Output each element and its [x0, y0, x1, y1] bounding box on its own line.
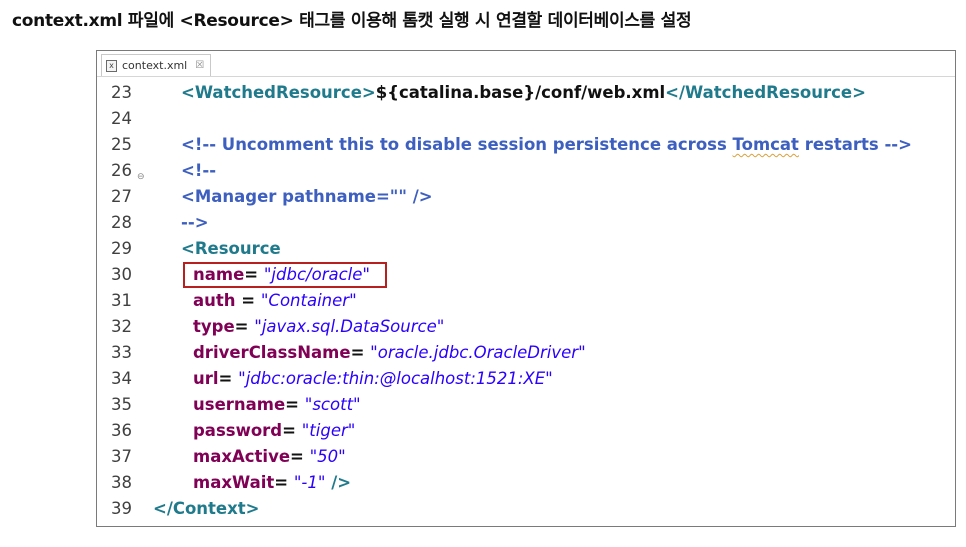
code-line-34: 34 url= "jdbc:oracle:thin:@localhost:152…	[97, 366, 955, 392]
attribute-value: "Container"	[260, 291, 357, 310]
close-icon[interactable]: ☒	[195, 60, 204, 71]
attribute-name: url	[193, 369, 219, 388]
code-line-32: 32 type= "javax.sql.DataSource"	[97, 314, 955, 340]
line-number: 31	[111, 291, 132, 310]
code-line-37: 37 maxActive= "50"	[97, 444, 955, 470]
line-number: 26	[111, 161, 132, 180]
attribute-value: "50"	[309, 447, 346, 466]
comment-text: -->	[181, 213, 209, 232]
attribute-name: auth	[193, 291, 236, 310]
attribute-name: type	[193, 317, 235, 336]
open-tag: <WatchedResource>	[181, 83, 376, 102]
line-number: 28	[111, 213, 132, 232]
comment-text: Tomcat	[732, 135, 799, 154]
attribute-value: "tiger"	[301, 421, 356, 440]
code-line-24: 24	[97, 106, 955, 132]
slide-title: context.xml 파일에 <Resource> 태그를 이용해 톰캣 실행…	[12, 11, 692, 31]
equals-sign: =	[290, 447, 304, 466]
code-editor[interactable]: x context.xml ☒ 23 <WatchedResource>${ca…	[96, 50, 956, 527]
line-number: 34	[111, 369, 132, 388]
line-number: 30	[111, 265, 132, 284]
line-number: 37	[111, 447, 132, 466]
line-number: 27	[111, 187, 132, 206]
code-line-33: 33 driverClassName= "oracle.jdbc.OracleD…	[97, 340, 955, 366]
comment-text: restarts -->	[798, 135, 912, 154]
tab-divider	[97, 76, 955, 77]
attribute-name: password	[193, 421, 283, 440]
comment-text: <!-- Uncomment this to disable session p…	[181, 135, 733, 154]
attribute-value: "jdbc:oracle:thin:@localhost:1521:XE"	[238, 369, 553, 388]
equals-sign: =	[274, 473, 289, 492]
comment-text: <!--	[181, 161, 217, 180]
attribute-value: "oracle.jdbc.OracleDriver"	[370, 343, 586, 362]
attribute-name: maxWait	[193, 473, 275, 492]
line-number: 23	[111, 83, 132, 102]
code-line-35: 35 username= "scott"	[97, 392, 955, 418]
code-line-31: 31 auth = "Container"	[97, 288, 955, 314]
code-line-28: 28 -->	[97, 210, 955, 236]
close-tag: </WatchedResource>	[665, 83, 866, 102]
attribute-name: username	[193, 395, 286, 414]
code-line-25: 25 <!-- Uncomment this to disable sessio…	[97, 132, 955, 158]
highlight-box	[183, 262, 387, 288]
attribute-value: "scott"	[304, 395, 361, 414]
slide: context.xml 파일에 <Resource> 태그를 이용해 톰캣 실행…	[0, 0, 966, 547]
equals-sign: =	[235, 291, 256, 310]
code-line-39: 39 </Context>	[97, 496, 955, 522]
line-number: 35	[111, 395, 132, 414]
code-line-29: 29 <Resource	[97, 236, 955, 262]
line-number: 39	[111, 499, 132, 518]
self-close-tag: />	[325, 473, 352, 492]
equals-sign: =	[350, 343, 365, 362]
tab-label: context.xml	[122, 59, 188, 72]
equals-sign: =	[218, 369, 233, 388]
code-area[interactable]: 23 <WatchedResource>${catalina.base}/con…	[97, 80, 955, 522]
equals-sign: =	[285, 395, 299, 414]
line-number: 32	[111, 317, 132, 336]
equals-sign: =	[234, 317, 249, 336]
comment-text: <Manager pathname="" />	[181, 187, 433, 206]
close-tag: </Context>	[153, 499, 260, 518]
open-tag: <Resource	[181, 239, 281, 258]
attribute-value: "-1"	[293, 473, 326, 492]
code-line-38: 38 maxWait= "-1" />	[97, 470, 955, 496]
editor-tab-strip: x context.xml ☒	[97, 51, 955, 78]
code-line-26: 26 ⊖ <!--	[97, 158, 955, 184]
line-number: 36	[111, 421, 132, 440]
equals-sign: =	[282, 421, 296, 440]
code-line-23: 23 <WatchedResource>${catalina.base}/con…	[97, 80, 955, 106]
code-line-27: 27 <Manager pathname="" />	[97, 184, 955, 210]
attribute-name: driverClassName	[193, 343, 351, 362]
code-line-36: 36 password= "tiger"	[97, 418, 955, 444]
line-number: 38	[111, 473, 132, 492]
line-number: 29	[111, 239, 132, 258]
tab-context-xml[interactable]: x context.xml ☒	[101, 54, 212, 76]
xml-file-icon: x	[106, 59, 117, 72]
line-number: 25	[111, 135, 132, 154]
line-number: 24	[111, 109, 132, 128]
attribute-name: maxActive	[193, 447, 291, 466]
tag-content: ${catalina.base}/conf/web.xml	[375, 83, 666, 102]
attribute-value: "javax.sql.DataSource"	[254, 317, 445, 336]
line-number: 33	[111, 343, 132, 362]
